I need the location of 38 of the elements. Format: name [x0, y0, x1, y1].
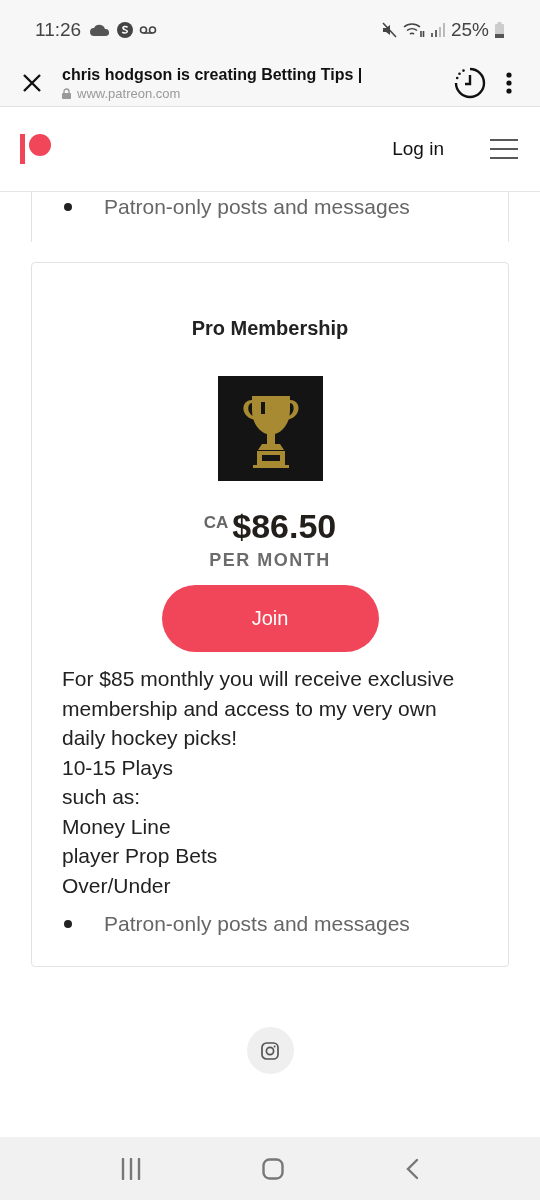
instagram-icon — [261, 1041, 279, 1060]
bullet-icon — [64, 920, 72, 928]
instagram-button[interactable] — [246, 1027, 294, 1074]
patreon-logo[interactable] — [20, 134, 52, 164]
page-title: chris hodgson is creating Betting Tips | — [62, 65, 364, 84]
description-text: player Prop Bets — [62, 843, 219, 869]
wifi-icon — [402, 22, 425, 38]
billing-period: PER MONTH — [209, 550, 331, 571]
home-icon[interactable] — [262, 1157, 284, 1180]
signal-icon — [430, 23, 445, 37]
currency-label: CA — [203, 513, 229, 533]
menu-icon[interactable] — [490, 139, 518, 159]
description-text: For $85 monthly you will receive exclusive membership and access to my very own daily hockey picks! — [62, 666, 456, 751]
battery-icon — [495, 22, 504, 38]
tier-name: Pro Membership — [191, 317, 349, 340]
more-options-icon[interactable] — [506, 72, 512, 94]
join-button[interactable]: Join — [161, 585, 379, 652]
status-time: 11:26 — [35, 19, 82, 41]
s-app-icon — [117, 22, 134, 38]
voicemail-icon — [139, 25, 158, 35]
benefit-text: Patron-only posts and messages — [104, 912, 410, 936]
benefit-text: Patron-only posts and messages — [104, 195, 410, 219]
description-text: 10-15 Plays — [62, 754, 174, 781]
login-link[interactable]: Log in — [392, 138, 444, 160]
description-text: such as: — [62, 784, 142, 810]
close-icon[interactable] — [22, 73, 42, 93]
lock-icon — [62, 87, 71, 99]
description-text: Over/Under — [62, 872, 172, 899]
cloud-icon — [89, 23, 112, 37]
description-text: Money Line — [62, 813, 172, 840]
history-clock-icon[interactable] — [454, 67, 486, 99]
mute-icon — [380, 22, 397, 38]
bullet-icon — [64, 203, 72, 211]
recent-apps-icon[interactable] — [120, 1157, 141, 1180]
back-icon[interactable] — [405, 1157, 420, 1180]
url-text: www.patreon.com — [77, 85, 181, 101]
price-amount: $86.50 — [232, 507, 337, 546]
battery-percentage: 25% — [450, 19, 489, 41]
